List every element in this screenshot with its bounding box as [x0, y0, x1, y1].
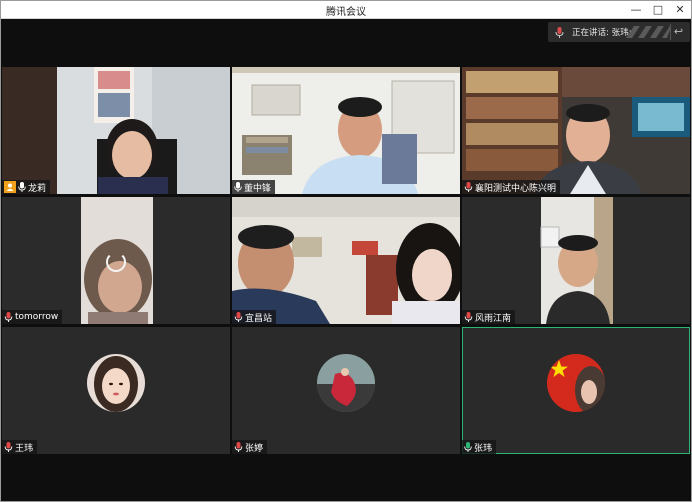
nameplate: 董中锋: [232, 180, 276, 194]
video-tile-4[interactable]: tomorrow: [2, 197, 230, 324]
title-bar: 腾讯会议 — □ ✕: [1, 1, 691, 19]
participant-name: 董中锋: [244, 183, 272, 194]
video-feed: [462, 197, 690, 324]
avatar: [87, 354, 145, 412]
microphone-icon: [234, 182, 242, 192]
participant-name: 襄阳测试中心陈兴明: [475, 183, 557, 194]
undo-icon[interactable]: ↩: [670, 24, 686, 40]
microphone-muted-icon: [464, 182, 473, 192]
video-tile-5[interactable]: 宜昌站: [232, 197, 460, 324]
nameplate: 风雨江南: [462, 310, 516, 324]
nameplate: 张婷: [232, 440, 268, 454]
nameplate: 张玮: [462, 440, 497, 454]
video-feed: [2, 67, 230, 194]
nameplate: 龙莉: [2, 180, 51, 194]
maximize-icon[interactable]: □: [647, 1, 669, 19]
microphone-icon: [464, 442, 472, 452]
video-feed: [232, 197, 460, 324]
video-feed: [462, 67, 690, 194]
participant-name: tomorrow: [15, 312, 59, 322]
video-tile-3[interactable]: 襄阳测试中心陈兴明: [462, 67, 690, 194]
avatar: [547, 354, 605, 412]
close-icon[interactable]: ✕: [669, 1, 691, 19]
microphone-icon: [555, 27, 564, 38]
video-tile-2[interactable]: 董中锋: [232, 67, 460, 194]
participant-name: 风雨江南: [475, 313, 512, 324]
video-feed: [232, 67, 460, 194]
video-tile-7[interactable]: 王玮: [2, 327, 230, 454]
video-tile-6[interactable]: 风雨江南: [462, 197, 690, 324]
minimize-icon[interactable]: —: [625, 1, 647, 19]
nameplate: 宜昌站: [232, 310, 277, 324]
video-tile-8[interactable]: 张婷: [232, 327, 460, 454]
speaking-text: 正在讲话: 张玮;: [572, 28, 632, 38]
meeting-window: 腾讯会议 — □ ✕ 正在讲话: 张玮; ↩ 龙莉 董中锋 襄阳测试中心陈兴明 …: [0, 0, 692, 502]
window-title: 腾讯会议: [326, 7, 366, 18]
loading-spinner-icon: [106, 252, 126, 272]
participant-name: 王玮: [15, 443, 34, 454]
participant-name: 张婷: [245, 443, 264, 454]
speaking-bars: [626, 26, 670, 38]
microphone-muted-icon: [234, 312, 243, 322]
video-tile-9[interactable]: 张玮: [462, 327, 690, 454]
avatar: [317, 354, 375, 412]
microphone-muted-icon: [4, 442, 13, 452]
video-tile-1[interactable]: 龙莉: [2, 67, 230, 194]
nameplate: 王玮: [2, 440, 38, 454]
participant-name: 张玮: [474, 443, 493, 454]
nameplate: 襄阳测试中心陈兴明: [462, 180, 561, 194]
participant-name: 宜昌站: [245, 313, 273, 324]
microphone-muted-icon: [4, 312, 13, 322]
participant-name: 龙莉: [28, 183, 47, 194]
speaking-indicator: 正在讲话: 张玮; ↩: [548, 22, 690, 42]
microphone-muted-icon: [464, 312, 473, 322]
user-icon: [4, 181, 16, 193]
microphone-icon: [18, 182, 26, 192]
nameplate: tomorrow: [2, 310, 63, 324]
microphone-muted-icon: [234, 442, 243, 452]
